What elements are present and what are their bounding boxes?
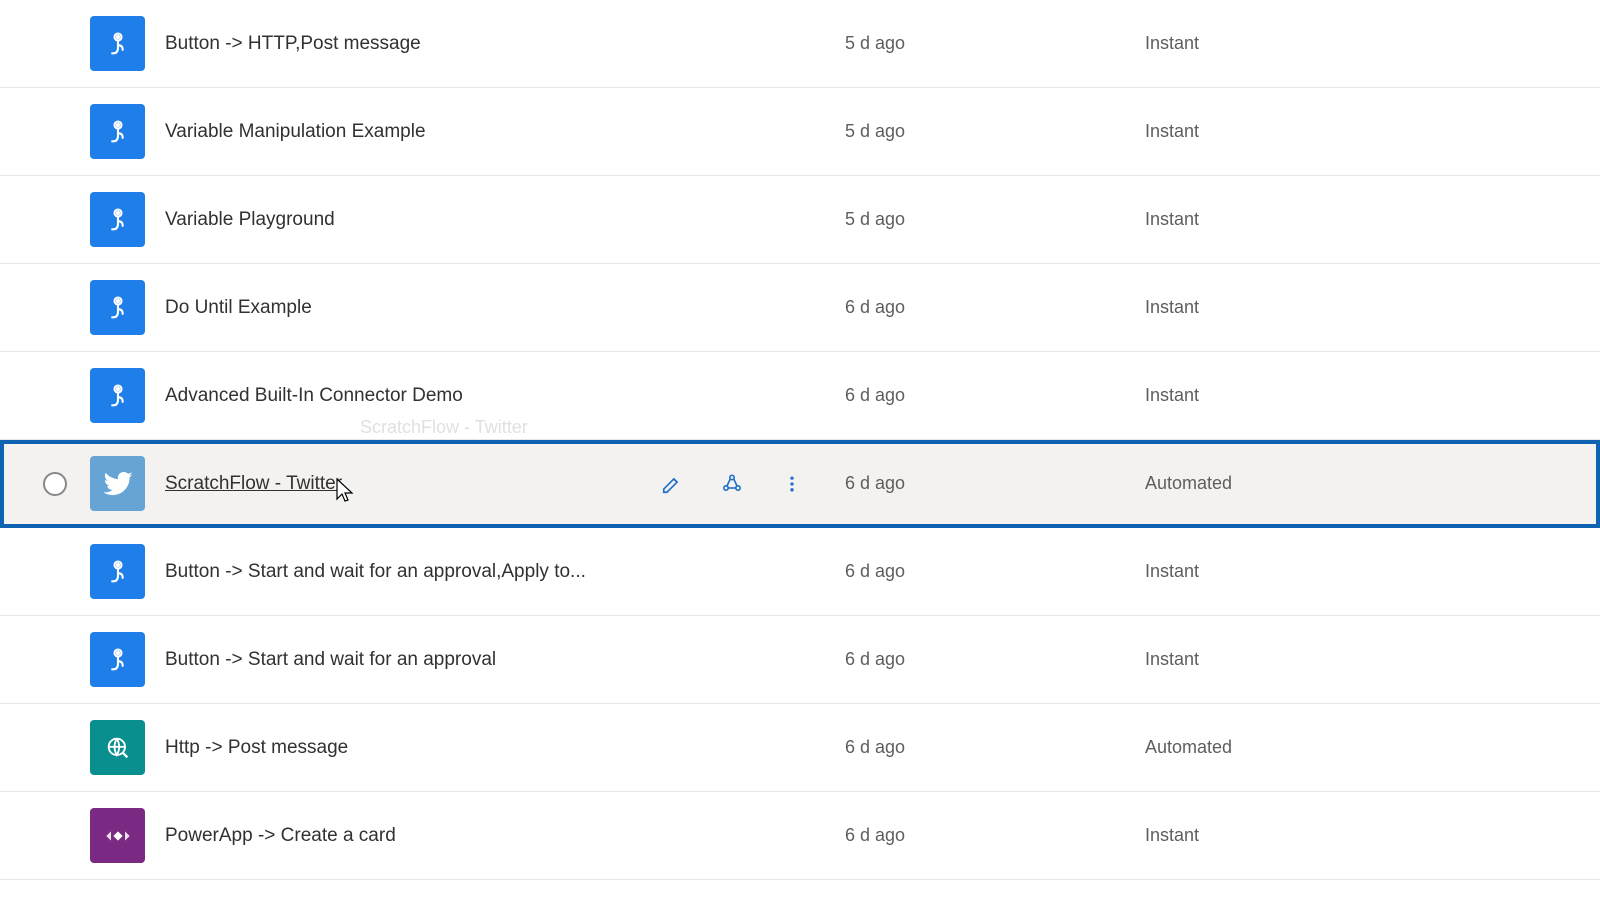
edit-icon[interactable]	[659, 471, 685, 497]
more-icon[interactable]	[779, 471, 805, 497]
flow-modified: 6 d ago	[845, 737, 1145, 758]
flow-modified: 6 d ago	[845, 385, 1145, 406]
flow-name-cell: ScratchFlow - Twitter ScratchFlow - Twit…	[165, 473, 845, 495]
flow-row-selected[interactable]: ScratchFlow - Twitter ScratchFlow - Twit…	[0, 440, 1600, 528]
flow-type: Instant	[1145, 209, 1600, 230]
flow-row[interactable]: Advanced Built-In Connector Demo 6 d ago…	[0, 352, 1600, 440]
flow-row[interactable]: PowerApp -> Create a card 6 d ago Instan…	[0, 792, 1600, 880]
flow-row[interactable]: Button -> HTTP,Post message 5 d ago Inst…	[0, 0, 1600, 88]
flow-icon-cell	[90, 456, 165, 511]
flow-type: Instant	[1145, 33, 1600, 54]
flow-type: Automated	[1145, 473, 1600, 494]
flow-modified: 6 d ago	[845, 473, 1145, 494]
touch-icon	[90, 544, 145, 599]
touch-icon	[90, 632, 145, 687]
flow-modified: 5 d ago	[845, 33, 1145, 54]
touch-icon	[90, 280, 145, 335]
flow-name[interactable]: Button -> Start and wait for an approval…	[165, 561, 845, 583]
flow-icon-cell	[90, 544, 165, 599]
flow-icon-cell	[90, 632, 165, 687]
flow-icon-cell	[90, 368, 165, 423]
flow-type: Instant	[1145, 649, 1600, 670]
flow-modified: 6 d ago	[845, 561, 1145, 582]
flow-row[interactable]: Do Until Example 6 d ago Instant	[0, 264, 1600, 352]
flow-icon-cell	[90, 280, 165, 335]
flow-type: Instant	[1145, 561, 1600, 582]
flow-row[interactable]: Variable Playground 5 d ago Instant	[0, 176, 1600, 264]
flow-row[interactable]: Variable Manipulation Example 5 d ago In…	[0, 88, 1600, 176]
twitter-icon	[90, 456, 145, 511]
flow-type: Automated	[1145, 737, 1600, 758]
share-icon[interactable]	[719, 471, 745, 497]
diamond-icon	[90, 808, 145, 863]
flow-name[interactable]: Http -> Post message	[165, 737, 845, 759]
flow-modified: 6 d ago	[845, 297, 1145, 318]
row-select[interactable]	[20, 472, 90, 496]
flow-name[interactable]: Variable Manipulation Example	[165, 121, 845, 143]
flow-modified: 5 d ago	[845, 121, 1145, 142]
touch-icon	[90, 192, 145, 247]
flow-icon-cell	[90, 104, 165, 159]
flow-type: Instant	[1145, 121, 1600, 142]
flow-modified: 6 d ago	[845, 649, 1145, 670]
flow-row[interactable]: Http -> Post message 6 d ago Automated	[0, 704, 1600, 792]
flow-row[interactable]: Button -> Start and wait for an approval…	[0, 528, 1600, 616]
flow-row[interactable]: Button -> Start and wait for an approval…	[0, 616, 1600, 704]
flow-name[interactable]: Variable Playground	[165, 209, 845, 231]
flow-type: Instant	[1145, 825, 1600, 846]
flow-icon-cell	[90, 16, 165, 71]
touch-icon	[90, 104, 145, 159]
flow-modified: 6 d ago	[845, 825, 1145, 846]
flow-name[interactable]: Button -> HTTP,Post message	[165, 33, 845, 55]
flow-name[interactable]: Do Until Example	[165, 297, 845, 319]
radio-unchecked-icon[interactable]	[43, 472, 67, 496]
touch-icon	[90, 368, 145, 423]
flow-icon-cell	[90, 720, 165, 775]
flow-icon-cell	[90, 808, 165, 863]
flow-name[interactable]: Advanced Built-In Connector Demo	[165, 385, 845, 407]
flow-type: Instant	[1145, 385, 1600, 406]
flow-name[interactable]: Button -> Start and wait for an approval	[165, 649, 845, 671]
globe-icon	[90, 720, 145, 775]
flow-icon-cell	[90, 192, 165, 247]
flow-name-link[interactable]: ScratchFlow - Twitter	[165, 473, 342, 495]
flow-type: Instant	[1145, 297, 1600, 318]
flow-name[interactable]: PowerApp -> Create a card	[165, 825, 845, 847]
row-actions	[659, 471, 805, 497]
touch-icon	[90, 16, 145, 71]
flow-modified: 5 d ago	[845, 209, 1145, 230]
flow-list: Button -> HTTP,Post message 5 d ago Inst…	[0, 0, 1600, 880]
